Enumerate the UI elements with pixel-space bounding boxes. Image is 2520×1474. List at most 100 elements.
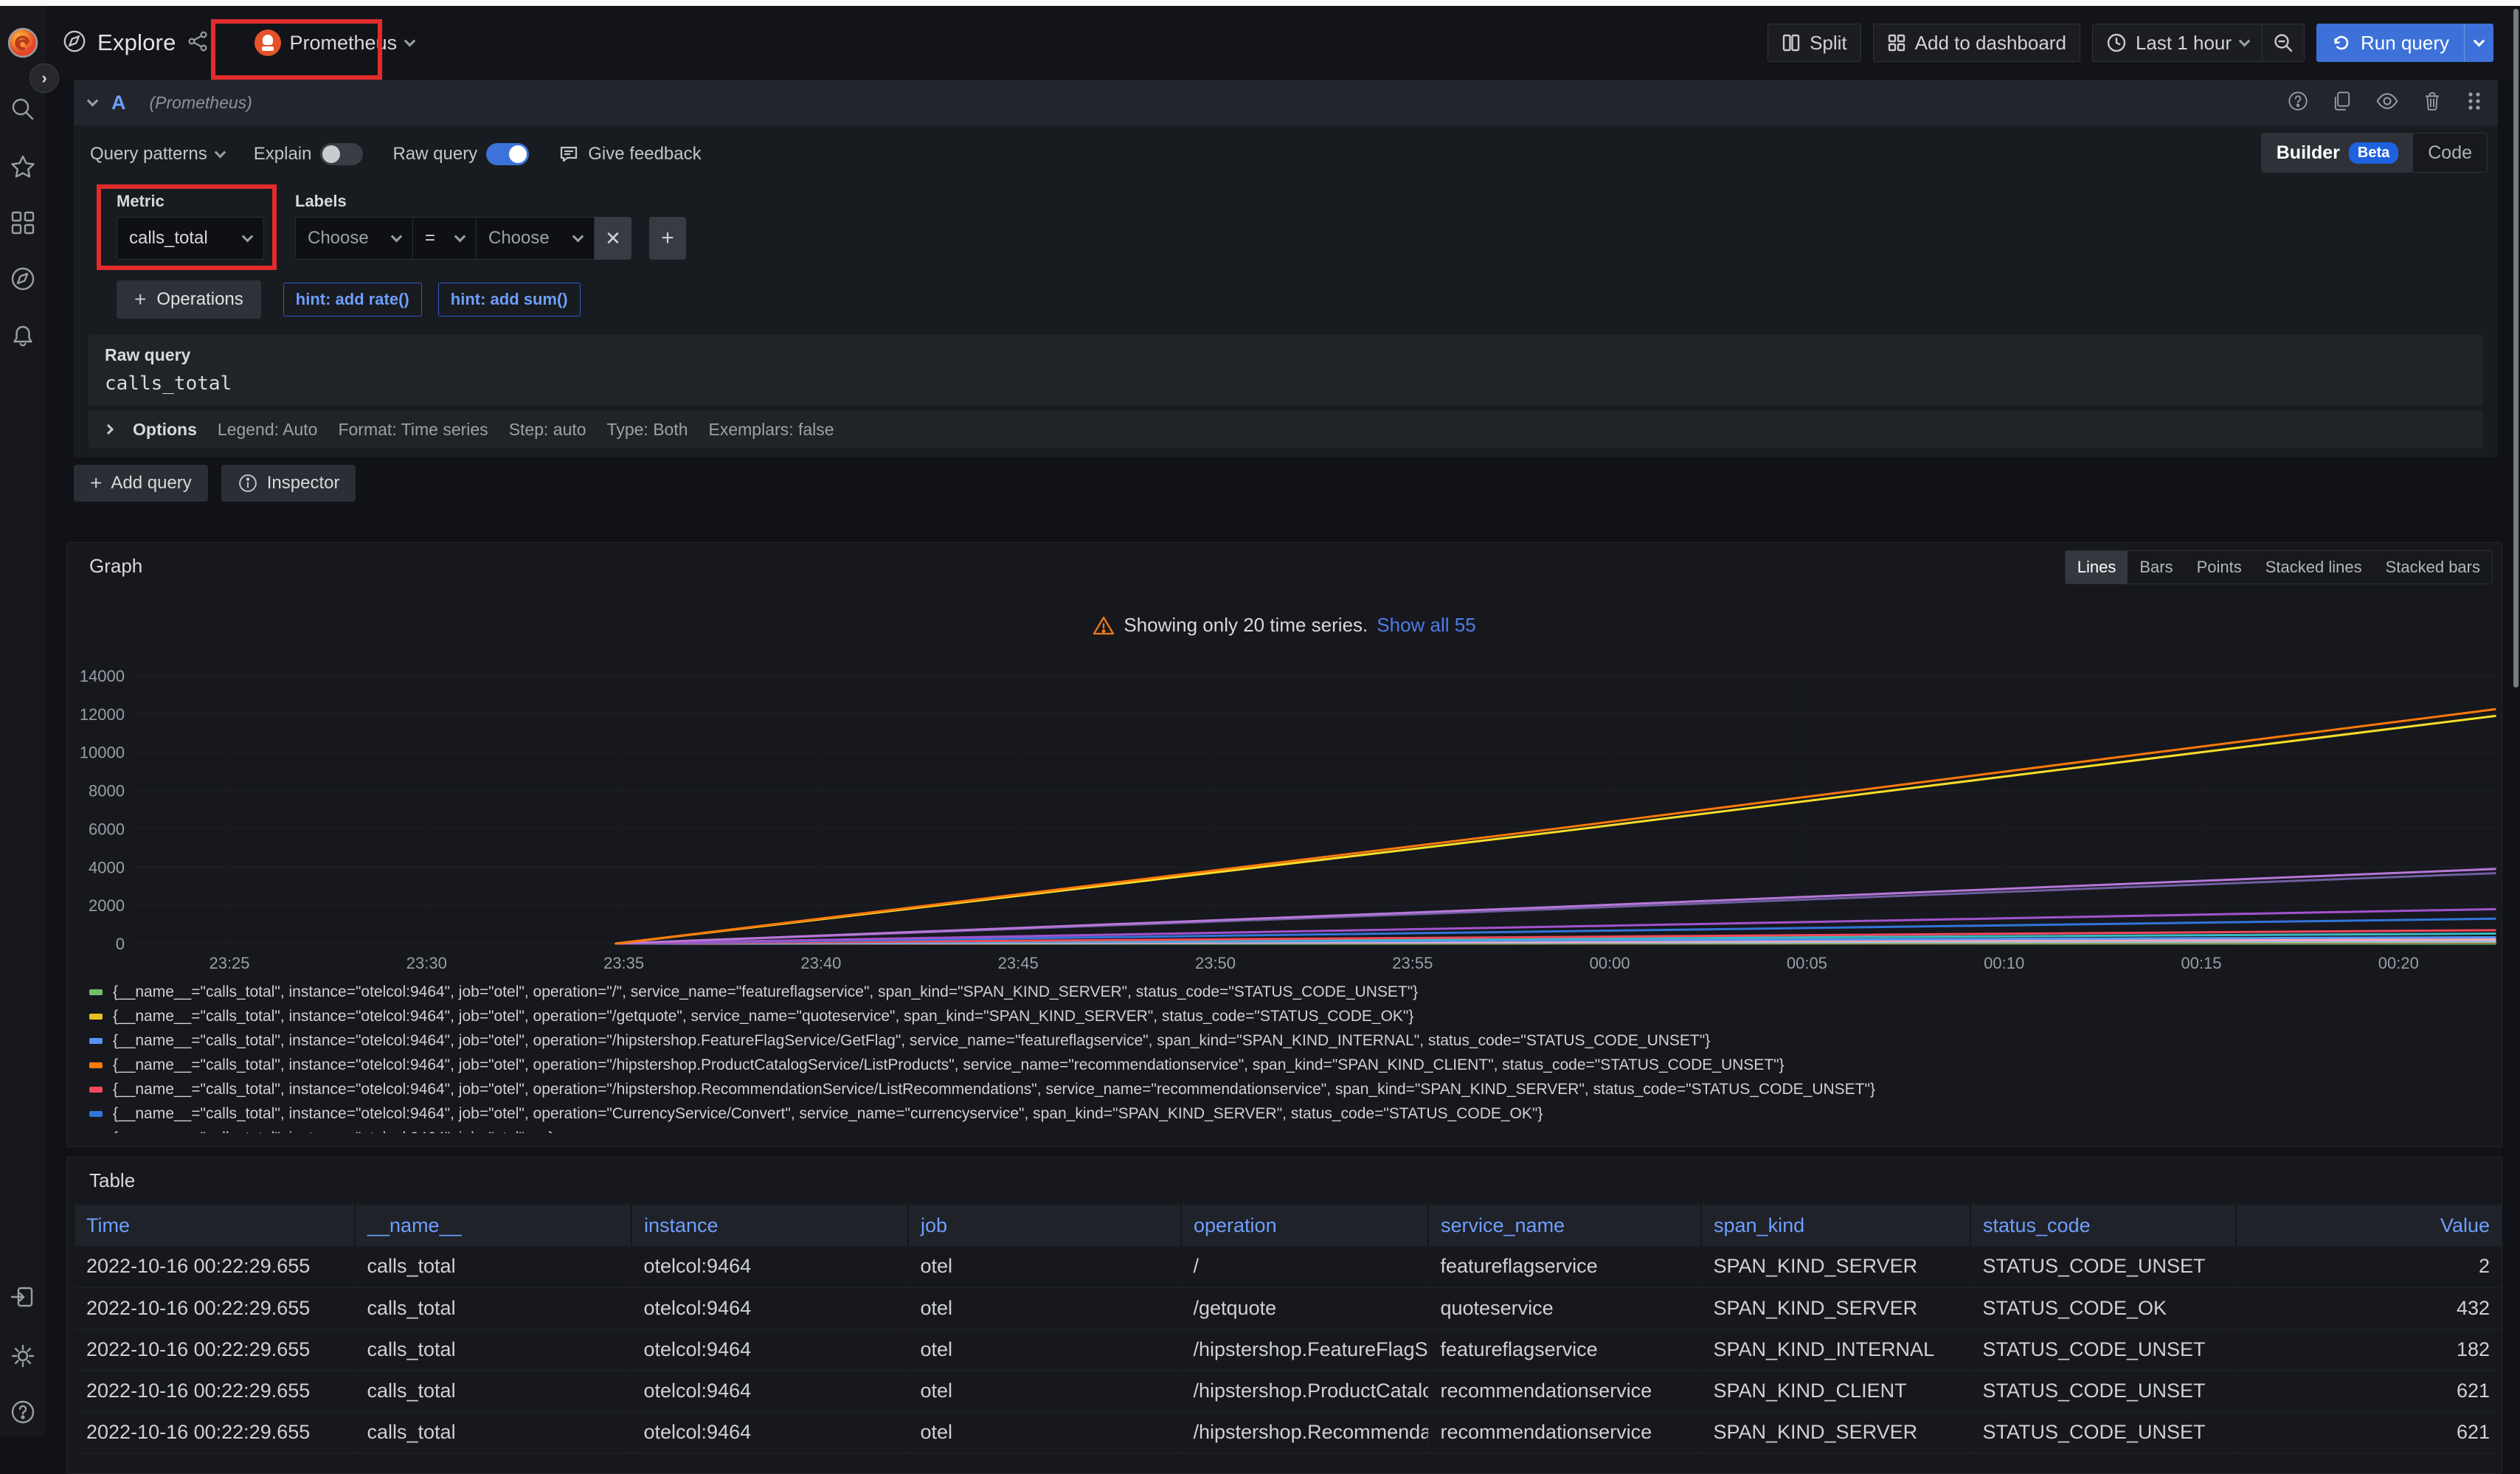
metric-value: calls_total [129, 228, 208, 249]
label-key-select[interactable]: Choose [295, 217, 413, 260]
label-operator-select[interactable]: = [413, 217, 477, 260]
legend-color-marker [89, 989, 103, 995]
time-series-chart[interactable]: 0200040006000800010000120001400023:2523:… [67, 657, 2503, 982]
table-cell: otel [908, 1287, 1181, 1329]
column-header-service-name[interactable]: service_name [1428, 1205, 1701, 1246]
column-header-time[interactable]: Time [75, 1205, 355, 1246]
remove-label-button[interactable]: ✕ [595, 217, 631, 260]
options-bar[interactable]: Options Legend: AutoFormat: Time seriesS… [89, 410, 2483, 449]
query-datasource-note: (Prometheus) [150, 93, 252, 113]
run-query-button[interactable]: Run query [2316, 24, 2493, 62]
table-row[interactable]: 2022-10-16 00:22:29.655calls_totalotelco… [75, 1370, 2502, 1411]
graph-mode-stacked-lines[interactable]: Stacked lines [2254, 551, 2374, 584]
time-range-picker[interactable]: Last 1 hour [2092, 24, 2263, 62]
legend-item[interactable]: {__name__="calls_total", instance="otelc… [89, 1028, 2479, 1053]
settings-gear-icon[interactable] [10, 1343, 36, 1369]
give-feedback-link[interactable]: Give feedback [558, 144, 701, 165]
table-cell: SPAN_KIND_SERVER [1701, 1287, 1970, 1329]
chevron-down-icon [454, 230, 466, 242]
legend-label: {__name__="calls_total", instance="otelc… [113, 1008, 1413, 1025]
query-help-icon[interactable] [2287, 90, 2309, 116]
legend-item[interactable]: {__name__="calls_total", instance="otelc… [89, 1053, 2479, 1077]
grafana-logo[interactable] [7, 27, 39, 59]
duplicate-query-icon[interactable] [2331, 90, 2353, 116]
explore-nav-icon[interactable] [10, 266, 36, 292]
show-all-series-link[interactable]: Show all 55 [1377, 614, 1475, 637]
column-header--name-[interactable]: __name__ [355, 1205, 631, 1246]
add-to-dashboard-button[interactable]: Add to dashboard [1873, 24, 2080, 62]
column-header-instance[interactable]: instance [631, 1205, 908, 1246]
builder-tab[interactable]: Builder Beta [2262, 134, 2413, 172]
query-hint-button[interactable]: hint: add sum() [438, 283, 581, 316]
query-hint-button[interactable]: hint: add rate() [283, 283, 422, 316]
table-row[interactable]: 2022-10-16 00:22:29.655calls_totalotelco… [75, 1329, 2502, 1370]
delete-query-trash-icon[interactable] [2421, 90, 2443, 116]
graph-mode-bars[interactable]: Bars [2128, 551, 2184, 584]
add-query-button[interactable]: + Add query [74, 465, 208, 502]
inspector-label: Inspector [267, 473, 340, 494]
sign-in-icon[interactable] [10, 1284, 36, 1310]
alerting-bell-icon[interactable] [10, 323, 36, 350]
legend-item[interactable]: {__name__="calls_total", instance="otelc… [89, 1004, 2479, 1028]
table-cell: STATUS_CODE_UNSET [1970, 1329, 2236, 1370]
table-cell: quoteservice [1428, 1287, 1701, 1329]
graph-mode-points[interactable]: Points [2185, 551, 2254, 584]
add-operation-button[interactable]: + Operations [117, 280, 261, 319]
column-header-operation[interactable]: operation [1181, 1205, 1428, 1246]
legend-label: {__name__="calls_total", instance="otelc… [113, 1105, 1543, 1123]
svg-text:23:55: 23:55 [1392, 954, 1433, 972]
operations-label: Operations [156, 289, 243, 310]
sidebar-expand-button[interactable]: › [30, 63, 59, 93]
legend-label: {__name__="calls_total", instance="otelc… [113, 1129, 554, 1134]
label-value-select[interactable]: Choose [477, 217, 595, 260]
inspector-button[interactable]: Inspector [221, 465, 356, 502]
table-cell: calls_total [355, 1287, 631, 1329]
label-key-placeholder: Choose [308, 228, 369, 249]
svg-text:00:10: 00:10 [1984, 954, 2024, 972]
code-tab[interactable]: Code [2413, 134, 2487, 172]
explore-compass-icon [62, 29, 87, 58]
chevron-down-icon [214, 146, 226, 158]
query-patterns-dropdown[interactable]: Query patterns [90, 144, 224, 165]
explain-label: Explain [254, 144, 312, 165]
column-header-span-kind[interactable]: span_kind [1701, 1205, 1970, 1246]
run-query-dropdown[interactable] [2464, 24, 2493, 62]
help-icon[interactable] [10, 1399, 36, 1425]
legend-item[interactable]: {__name__="calls_total", instance="otelc… [89, 980, 2479, 1004]
column-header-job[interactable]: job [908, 1205, 1181, 1246]
dashboards-icon[interactable] [10, 210, 36, 236]
starred-icon[interactable] [10, 153, 36, 180]
scrollbar-thumb[interactable] [2513, 9, 2519, 688]
zoom-out-time-button[interactable] [2263, 24, 2305, 62]
beta-badge: Beta [2349, 142, 2398, 164]
table-cell: /hipstershop.FeatureFlagServi… [1181, 1329, 1428, 1370]
search-icon[interactable] [10, 96, 36, 122]
metric-select[interactable]: calls_total [117, 217, 264, 260]
svg-text:4000: 4000 [89, 858, 125, 876]
explain-toggle[interactable] [320, 143, 363, 165]
table-row[interactable]: 2022-10-16 00:22:29.655calls_totalotelco… [75, 1411, 2502, 1453]
legend-item[interactable]: {__name__="calls_total", instance="otelc… [89, 1126, 2479, 1133]
drag-handle-icon[interactable] [2465, 90, 2483, 116]
graph-mode-switch: LinesBarsPointsStacked linesStacked bars [2065, 550, 2493, 584]
share-icon[interactable] [187, 30, 209, 56]
graph-mode-stacked-bars[interactable]: Stacked bars [2374, 551, 2492, 584]
raw-query-value: calls_total [105, 373, 2467, 395]
query-row-header[interactable]: A (Prometheus) [74, 80, 2498, 125]
collapse-chevron-icon[interactable] [87, 94, 99, 106]
table-row[interactable]: 2022-10-16 00:22:29.655calls_totalotelco… [75, 1287, 2502, 1329]
legend-item[interactable]: {__name__="calls_total", instance="otelc… [89, 1077, 2479, 1101]
warning-icon [1093, 615, 1115, 637]
table-row[interactable]: 2022-10-16 00:22:29.655calls_totalotelco… [75, 1246, 2502, 1287]
raw-query-toggle[interactable] [486, 143, 529, 165]
column-header-status-code[interactable]: status_code [1970, 1205, 2236, 1246]
split-button[interactable]: Split [1768, 24, 1861, 62]
legend-item[interactable]: {__name__="calls_total", instance="otelc… [89, 1101, 2479, 1126]
column-header-value[interactable]: Value [2236, 1205, 2502, 1246]
table-cell: 2022-10-16 00:22:29.655 [75, 1246, 355, 1287]
add-label-button[interactable]: + [649, 217, 686, 260]
graph-mode-lines[interactable]: Lines [2066, 551, 2128, 584]
datasource-picker[interactable]: Prometheus [244, 24, 425, 62]
table-cell: STATUS_CODE_UNSET [1970, 1246, 2236, 1287]
toggle-visibility-eye-icon[interactable] [2375, 89, 2399, 117]
